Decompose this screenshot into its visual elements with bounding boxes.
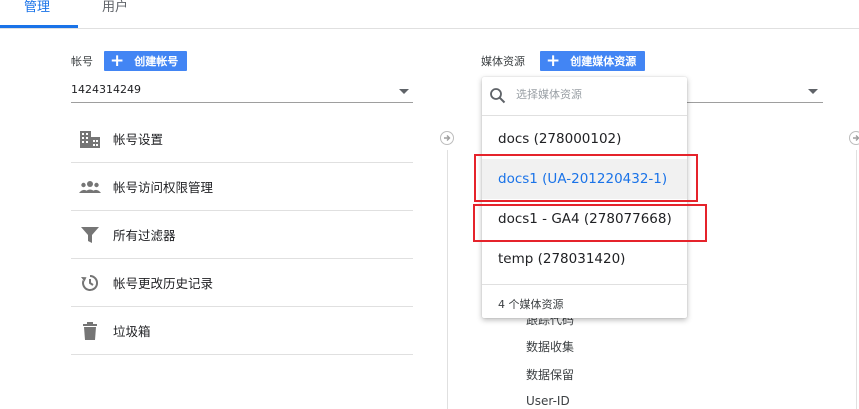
account-column-label: 帐号 xyxy=(71,55,93,68)
filter-icon xyxy=(79,224,101,246)
plus-icon: + xyxy=(546,50,561,71)
property-sub-item[interactable]: 数据收集 xyxy=(526,338,574,355)
dropdown-search xyxy=(482,77,687,116)
property-sub-item[interactable]: 数据保留 xyxy=(526,366,574,383)
property-column-label: 媒体资源 xyxy=(481,55,525,68)
tabs-divider xyxy=(0,28,859,29)
plus-icon: + xyxy=(110,50,125,71)
tab-admin[interactable]: 管理 xyxy=(24,0,50,15)
dropdown-option[interactable]: temp (278031420) xyxy=(482,239,687,279)
menu-item-label: 帐号访问权限管理 xyxy=(113,180,214,195)
dropdown-option[interactable]: docs1 - GA4 (278077668) xyxy=(482,199,687,239)
property-count: 4 个媒体资源 xyxy=(498,298,564,311)
tab-users[interactable]: 用户 xyxy=(102,0,128,15)
menu-item-account-settings[interactable]: 帐号设置 xyxy=(71,115,413,163)
arrow-right-icon-right xyxy=(849,131,859,145)
history-icon xyxy=(79,272,101,294)
menu-item-label: 垃圾箱 xyxy=(113,324,151,339)
account-select-underline xyxy=(71,102,413,103)
menu-item-all-filters[interactable]: 所有过滤器 xyxy=(71,211,413,259)
create-property-label: 创建媒体资源 xyxy=(570,55,637,68)
menu-item-label: 帐号更改历史记录 xyxy=(113,276,214,291)
trash-icon xyxy=(79,320,101,342)
property-sub-item[interactable]: User-ID xyxy=(526,394,570,408)
property-search-input[interactable] xyxy=(514,87,678,102)
menu-item-label: 帐号设置 xyxy=(113,132,164,147)
menu-item-label: 所有过滤器 xyxy=(113,228,176,243)
search-icon xyxy=(489,87,507,105)
create-account-button[interactable]: + 创建帐号 xyxy=(104,50,188,71)
arrow-right-icon xyxy=(440,131,454,145)
building-icon xyxy=(79,128,101,150)
menu-item-change-history[interactable]: 帐号更改历史记录 xyxy=(71,259,413,307)
ga-admin-page: 管理 用户 帐号 + 创建帐号 1424314249 帐号设置 帐号访问权限管理… xyxy=(0,0,859,409)
dropdown-option-selected[interactable]: docs1 (UA-201220432-1) xyxy=(482,159,687,199)
create-account-label: 创建帐号 xyxy=(134,55,179,68)
people-icon xyxy=(79,176,101,198)
dropdown-option[interactable]: docs (278000102) xyxy=(482,119,687,159)
menu-item-trash[interactable]: 垃圾箱 xyxy=(71,307,413,355)
chevron-down-icon[interactable] xyxy=(399,89,409,94)
account-menu: 帐号设置 帐号访问权限管理 所有过滤器 帐号更改历史记录 垃圾箱 xyxy=(71,115,413,355)
account-select-value[interactable]: 1424314249 xyxy=(71,83,141,96)
menu-item-account-access[interactable]: 帐号访问权限管理 xyxy=(71,163,413,211)
property-chevron-down-icon[interactable] xyxy=(808,89,818,94)
property-dropdown: docs (278000102) docs1 (UA-201220432-1) … xyxy=(482,77,687,318)
dropdown-footer-divider xyxy=(482,284,687,285)
column-separator xyxy=(447,150,448,409)
column-separator-right xyxy=(856,150,857,409)
property-select-underline xyxy=(687,102,823,103)
create-property-button[interactable]: + 创建媒体资源 xyxy=(540,50,646,71)
